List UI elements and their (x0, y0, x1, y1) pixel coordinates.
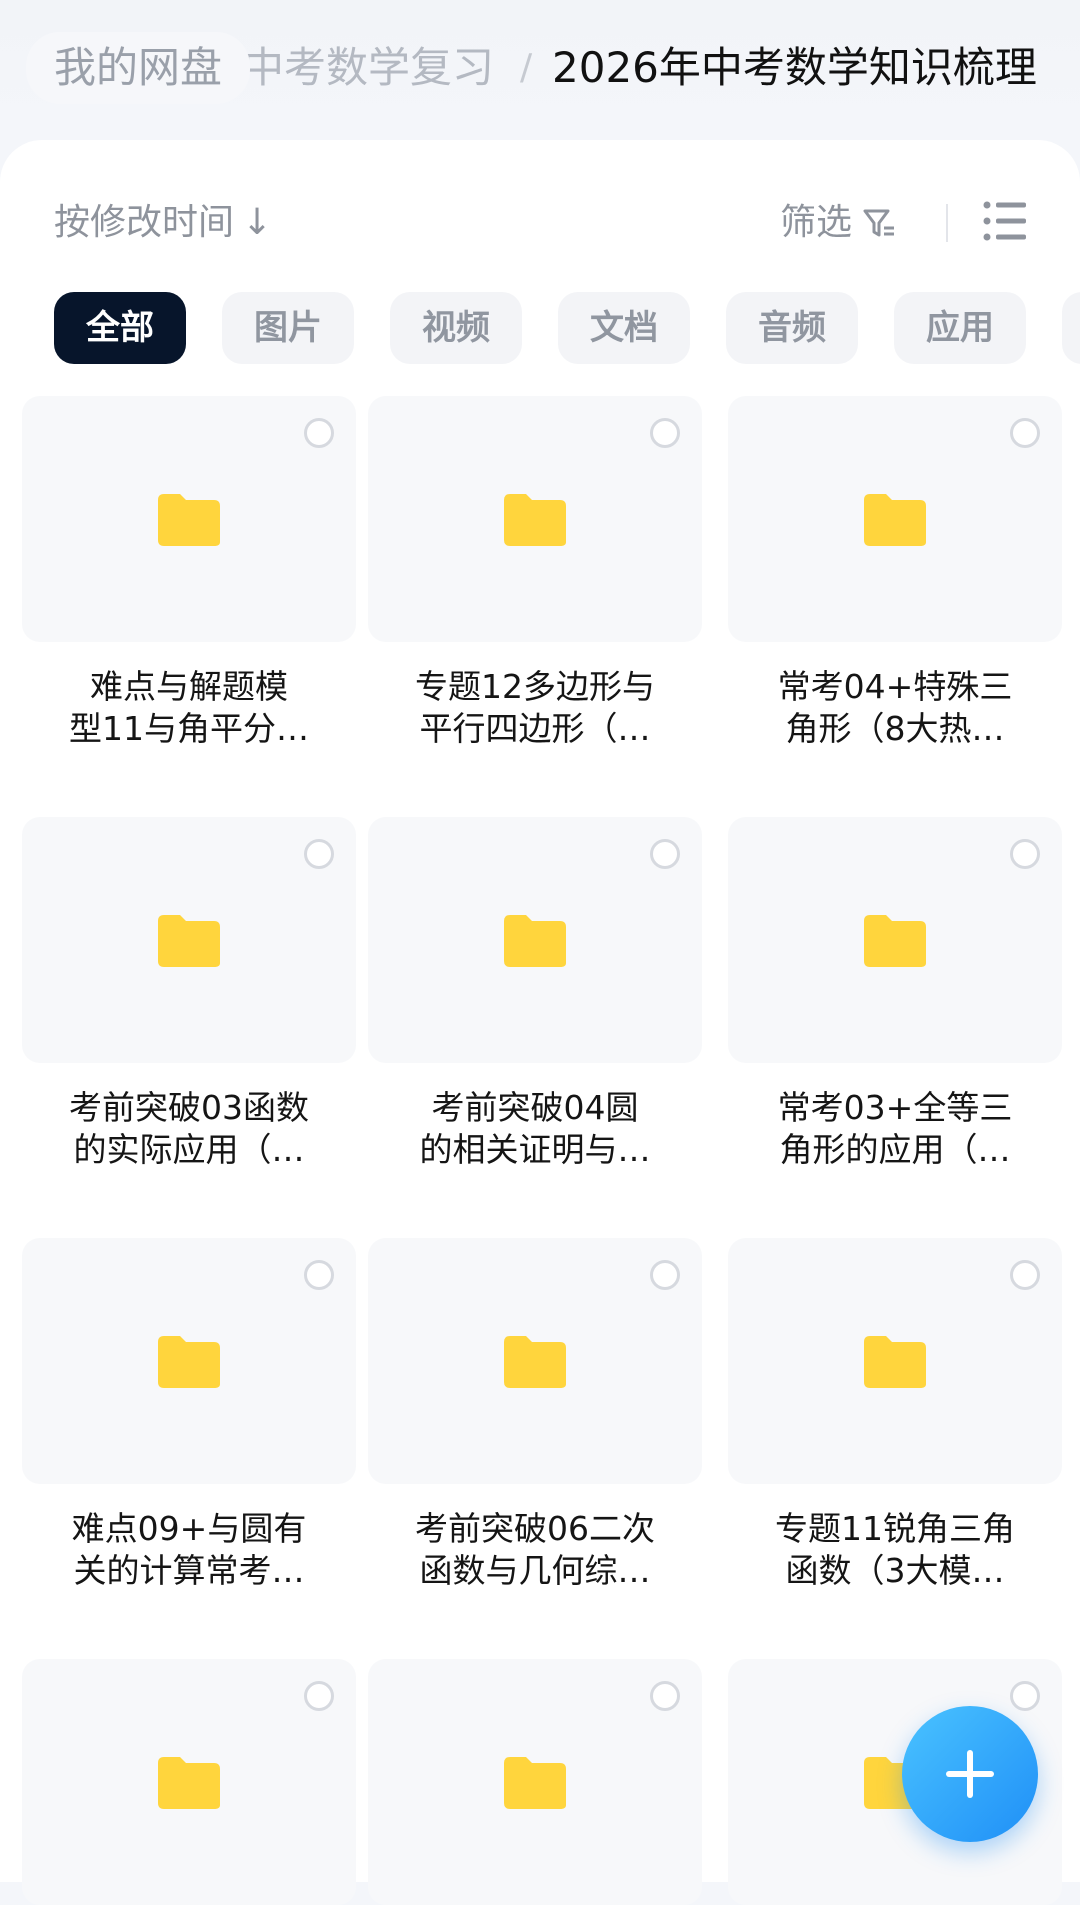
folder-thumbnail (22, 396, 356, 642)
select-checkbox[interactable] (1010, 1260, 1040, 1290)
folder-icon (864, 494, 926, 546)
toolbar-divider (946, 204, 948, 242)
select-checkbox[interactable] (650, 418, 680, 448)
folder-thumbnail (22, 1238, 356, 1484)
tab-more[interactable] (1062, 292, 1080, 364)
tab-images[interactable]: 图片 (222, 292, 354, 364)
folder-name: 难点与解题模 型11与角平分… (69, 667, 309, 748)
filter-button[interactable]: 筛选 (780, 198, 896, 248)
select-checkbox[interactable] (650, 839, 680, 869)
select-checkbox[interactable] (1010, 1681, 1040, 1711)
add-button[interactable] (902, 1706, 1038, 1842)
breadcrumb: 中考数学复习 我的网盘 / 2026年中考数学知识梳理 (0, 0, 1080, 140)
breadcrumb-parent[interactable]: 中考数学复习 (242, 40, 494, 96)
folder-thumbnail (728, 396, 1062, 642)
filter-icon (863, 209, 895, 237)
select-checkbox[interactable] (1010, 839, 1040, 869)
sort-button[interactable]: 按修改时间 ↓ (54, 198, 272, 248)
folder-name: 常考03+全等三 角形的应用（… (777, 1088, 1013, 1169)
file-list-panel: 按修改时间 ↓ 筛选 全部 图片 视频 文档 音频 应用 难点与解题模 型11与角… (0, 140, 1080, 1905)
tab-documents[interactable]: 文档 (558, 292, 690, 364)
folder-name: 考前突破06二次 函数与几何综… (415, 1509, 655, 1590)
select-checkbox[interactable] (304, 418, 334, 448)
folder-icon (504, 1757, 566, 1809)
folder-thumbnail (22, 1659, 356, 1905)
folder-thumbnail (368, 396, 702, 642)
breadcrumb-root[interactable]: 我的网盘 (26, 32, 251, 104)
folder-name: 专题12多边形与 平行四边形（… (415, 667, 655, 748)
select-checkbox[interactable] (650, 1681, 680, 1711)
folder-name: 常考04+特殊三 角形（8大热… (777, 667, 1013, 748)
folder-icon (864, 1336, 926, 1388)
tab-apps[interactable]: 应用 (894, 292, 1026, 364)
folder-thumbnail (728, 1238, 1062, 1484)
select-checkbox[interactable] (304, 1681, 334, 1711)
breadcrumb-current: 2026年中考数学知识梳理 (552, 43, 1037, 92)
folder-name: 考前突破03函数 的实际应用（… (69, 1088, 309, 1169)
filter-label: 筛选 (780, 202, 853, 243)
folder-thumbnail (728, 817, 1062, 1063)
folder-icon (158, 1336, 220, 1388)
file-type-tabs: 全部 图片 视频 文档 音频 应用 (54, 292, 1080, 364)
tab-audio[interactable]: 音频 (726, 292, 858, 364)
folder-icon (158, 494, 220, 546)
plus-icon (967, 1750, 973, 1798)
folder-name: 难点09+与圆有 关的计算常考… (71, 1509, 307, 1590)
folder-icon (504, 494, 566, 546)
breadcrumb-separator: / (520, 47, 533, 88)
list-view-icon[interactable] (982, 198, 1028, 244)
tab-all[interactable]: 全部 (54, 292, 186, 364)
select-checkbox[interactable] (304, 1260, 334, 1290)
folder-thumbnail (368, 817, 702, 1063)
sort-label: 按修改时间 (54, 202, 235, 243)
folder-icon (504, 915, 566, 967)
sort-arrow-icon: ↓ (242, 202, 273, 243)
folder-icon (158, 915, 220, 967)
folder-thumbnail (22, 817, 356, 1063)
folder-thumbnail (368, 1238, 702, 1484)
folder-icon (864, 915, 926, 967)
folder-name: 专题11锐角三角 函数（3大模… (775, 1509, 1015, 1590)
select-checkbox[interactable] (1010, 418, 1040, 448)
select-checkbox[interactable] (304, 839, 334, 869)
folder-icon (504, 1336, 566, 1388)
select-checkbox[interactable] (650, 1260, 680, 1290)
folder-name: 考前突破04圆 的相关证明与… (419, 1088, 651, 1169)
folder-icon (158, 1757, 220, 1809)
tab-videos[interactable]: 视频 (390, 292, 522, 364)
folder-thumbnail (368, 1659, 702, 1905)
